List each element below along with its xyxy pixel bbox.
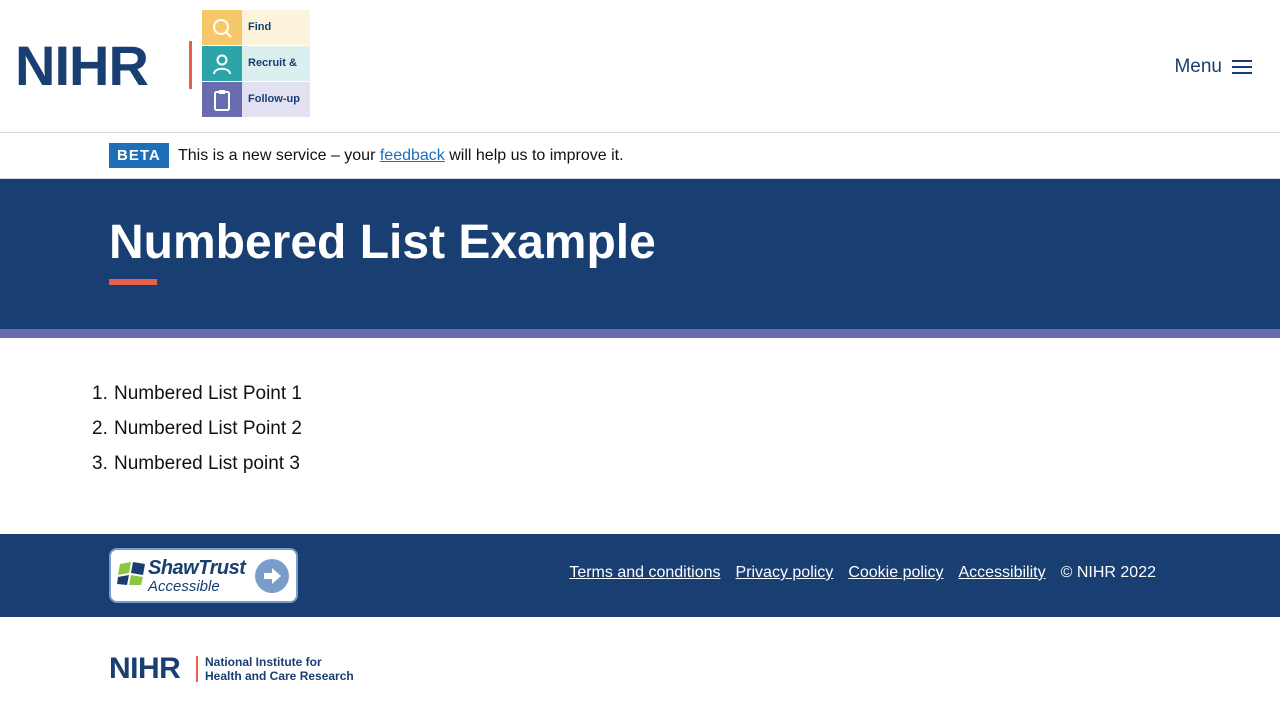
cookie-link[interactable]: Cookie policy — [848, 563, 943, 583]
privacy-link[interactable]: Privacy policy — [736, 563, 834, 583]
logo-step-label: Recruit & — [242, 46, 310, 81]
site-header: NIHR Find Recruit & Follow-up Menu — [0, 0, 1280, 133]
beta-message: This is a new service – your feedback wi… — [178, 145, 624, 167]
logo-step-recruit: Recruit & — [202, 46, 310, 81]
beta-banner: BETA This is a new service – your feedba… — [0, 133, 1280, 179]
beta-tag: BETA — [109, 143, 169, 168]
logo-divider — [189, 41, 192, 89]
logo-step-label: Find — [242, 10, 310, 45]
hero-accent-strip — [0, 329, 1280, 338]
list-item-text: Numbered List Point 1 — [114, 383, 302, 404]
accessibility-link[interactable]: Accessibility — [958, 563, 1045, 583]
beta-text-before: This is a new service – your — [178, 147, 380, 164]
shaw-trust-accessible-badge[interactable]: ShawTrust Accessible — [109, 548, 298, 603]
list-item: 2. Numbered List Point 2 — [92, 411, 302, 446]
list-item-text: Numbered List point 3 — [114, 453, 300, 474]
list-item: 1. Numbered List Point 1 — [92, 376, 302, 411]
logo-steps: Find Recruit & Follow-up — [202, 10, 310, 117]
logo-step-find: Find — [202, 10, 310, 45]
badge-title: ShawTrust — [148, 557, 246, 579]
list-item-number: 3. — [92, 453, 108, 474]
hamburger-icon — [1232, 59, 1252, 75]
feedback-link[interactable]: feedback — [380, 147, 445, 164]
title-underline — [109, 279, 157, 285]
logo-step-follow-up: Follow-up — [202, 82, 310, 117]
main-content: 1. Numbered List Point 1 2. Numbered List … — [92, 376, 302, 481]
list-item-number: 1. — [92, 383, 108, 404]
list-item: 3. Numbered List point 3 — [92, 446, 302, 481]
site-footer: ShawTrust Accessible Terms and condition… — [0, 534, 1280, 617]
beta-text-after: will help us to improve it. — [444, 147, 624, 164]
nihr-logo[interactable]: NIHR National Institute for Health and C… — [109, 652, 354, 685]
copyright: © NIHR 2022 — [1060, 564, 1156, 581]
bottom-logo-brand: NIHR — [109, 652, 181, 685]
footer-links: Terms and conditions Privacy policy Cook… — [569, 563, 1156, 583]
logo-brand-text: NIHR — [15, 34, 149, 97]
bottom-logo-divider — [196, 656, 198, 682]
terms-link[interactable]: Terms and conditions — [569, 563, 720, 583]
person-icon — [202, 46, 242, 81]
shaw-trust-logo-icon — [117, 562, 145, 585]
list-item-text: Numbered List Point 2 — [114, 418, 302, 439]
menu-button[interactable]: Menu — [1174, 54, 1252, 80]
bottom-logo-line1: National Institute for — [205, 655, 322, 669]
nihr-find-recruit-follow-up-logo[interactable]: NIHR Find Recruit & Follow-up — [15, 10, 311, 117]
bottom-logo-text: National Institute for Health and Care R… — [205, 655, 354, 683]
page-title: Numbered List Example — [109, 216, 656, 269]
clipboard-icon — [202, 82, 242, 117]
page-hero: Numbered List Example — [0, 179, 1280, 329]
logo-step-label: Follow-up — [242, 82, 310, 117]
numbered-list: 1. Numbered List Point 1 2. Numbered List … — [92, 376, 302, 481]
list-item-number: 2. — [92, 418, 108, 439]
arrow-right-icon — [255, 559, 289, 593]
bottom-logo-line2: Health and Care Research — [205, 669, 354, 683]
badge-subtitle: Accessible — [148, 578, 220, 595]
search-icon — [202, 10, 242, 45]
menu-label: Menu — [1174, 56, 1222, 77]
